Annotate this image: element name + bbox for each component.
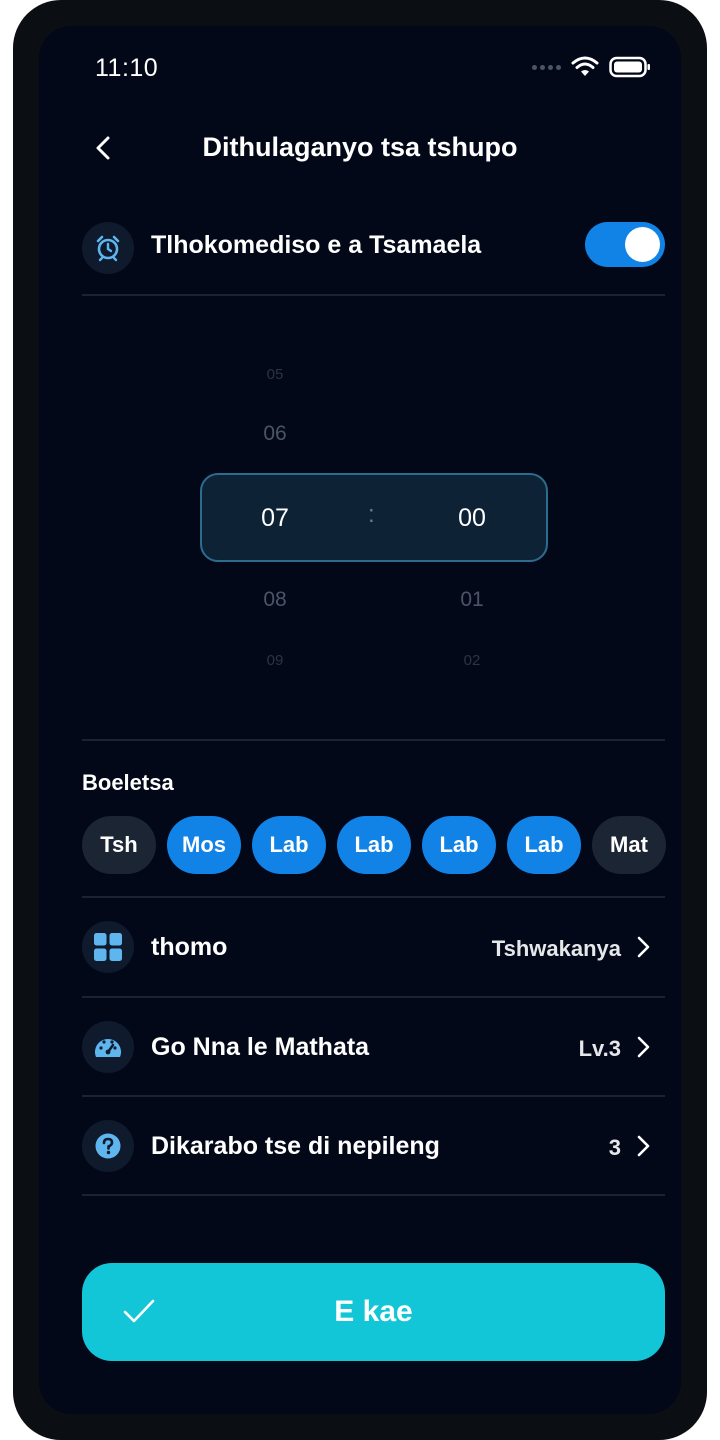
selected-minute[interactable]: 00 [432,504,512,533]
day-chip[interactable]: Lab [422,816,496,874]
selected-hour[interactable]: 07 [235,504,315,533]
divider [82,896,665,898]
repeat-label: Boeletsa [82,770,174,795]
answers-icon-badge [82,1120,134,1172]
time-separator: : [368,501,375,528]
divider [82,294,665,296]
mode-icon-badge [82,921,134,973]
divider [82,1095,665,1097]
device-frame: 11:10 Dithulaganyo tsa tshupo Tlhokomedi… [13,0,707,1440]
day-chip[interactable]: Lab [337,816,411,874]
divider [82,996,665,998]
hour-option[interactable]: 08 [235,588,315,612]
answers-label: Dikarabo tse di nepileng [151,1132,440,1160]
save-button-label: E kae [334,1295,413,1328]
hour-option[interactable]: 06 [235,422,315,446]
hour-option[interactable]: 05 [235,366,315,383]
day-chip[interactable]: Mat [592,816,666,874]
divider [82,1194,665,1196]
signal-icon [532,64,561,70]
day-selector: Tsh Mos Lab Lab Lab Lab Mat [82,816,666,874]
mode-label: thomo [151,933,228,961]
day-chip[interactable]: Tsh [82,816,156,874]
check-icon [123,1299,155,1323]
day-chip[interactable]: Mos [167,816,241,874]
speedometer-icon [95,1039,121,1057]
answers-value: 3 [608,1135,621,1160]
day-chip[interactable]: Lab [252,816,326,874]
chevron-right-icon [637,1036,650,1058]
reminder-toggle[interactable] [585,222,665,267]
status-icons [532,56,651,78]
wifi-icon [571,56,599,76]
save-button[interactable]: E kae [82,1263,665,1361]
minute-option[interactable]: 01 [432,588,512,612]
hour-option[interactable]: 09 [235,652,315,669]
page-title: Dithulaganyo tsa tshupo [202,132,518,162]
toggle-knob [625,227,660,262]
day-chip[interactable]: Lab [507,816,581,874]
reminder-label: Tlhokomediso e a Tsamaela [151,231,482,259]
chevron-right-icon [637,936,650,958]
status-time: 11:10 [95,54,159,82]
divider [82,739,665,741]
difficulty-label: Go Nna le Mathata [151,1033,370,1061]
difficulty-icon-badge [82,1021,134,1073]
alarm-clock-icon [96,235,120,262]
grid-icon [94,933,122,961]
reminder-icon-badge [82,222,134,274]
minute-option[interactable]: 02 [432,652,512,669]
battery-icon [609,56,650,78]
question-icon [95,1133,121,1159]
difficulty-value: Lv.3 [578,1036,621,1061]
chevron-right-icon [637,1135,650,1157]
mode-value: Tshwakanya [491,936,621,961]
screen: 11:10 Dithulaganyo tsa tshupo Tlhokomedi… [39,26,681,1414]
